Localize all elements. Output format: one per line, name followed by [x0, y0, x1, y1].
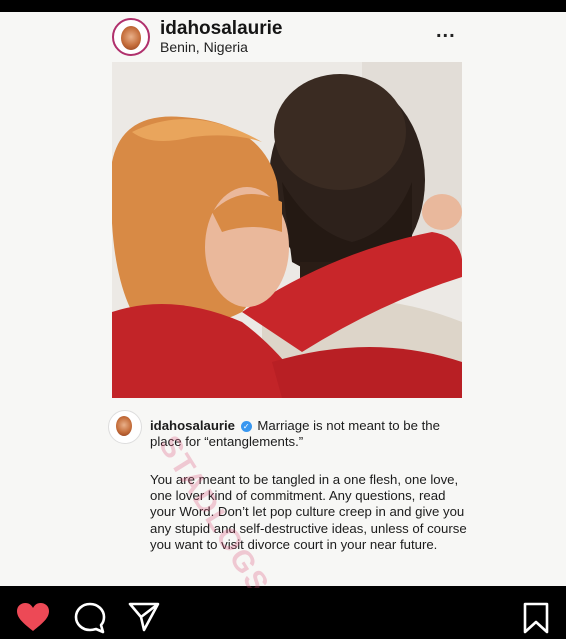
bookmark-icon[interactable]: [522, 602, 550, 639]
caption-username[interactable]: idahosalaurie: [150, 418, 235, 433]
verified-badge-icon: ✓: [240, 421, 252, 432]
post-photo[interactable]: [112, 62, 462, 398]
photo-illustration: [112, 62, 462, 398]
caption-avatar[interactable]: [108, 410, 142, 444]
post-card: idahosalaurie Benin, Nigeria ... idahosa…: [0, 12, 566, 601]
avatar[interactable]: [112, 18, 150, 56]
action-bar: [0, 588, 566, 634]
heart-icon[interactable]: [16, 602, 50, 637]
paper-plane-icon[interactable]: [128, 602, 160, 637]
comment-icon[interactable]: [74, 602, 106, 639]
caption-headline-line: idahosalaurie ✓ Marriage is not meant to…: [150, 418, 470, 450]
username[interactable]: idahosalaurie: [160, 18, 283, 40]
location-label[interactable]: Benin, Nigeria: [160, 39, 248, 55]
post-header: idahosalaurie Benin, Nigeria ...: [0, 12, 566, 62]
more-options-icon[interactable]: ...: [436, 21, 456, 41]
caption-section: idahosalaurie ✓ Marriage is not meant to…: [0, 400, 566, 601]
